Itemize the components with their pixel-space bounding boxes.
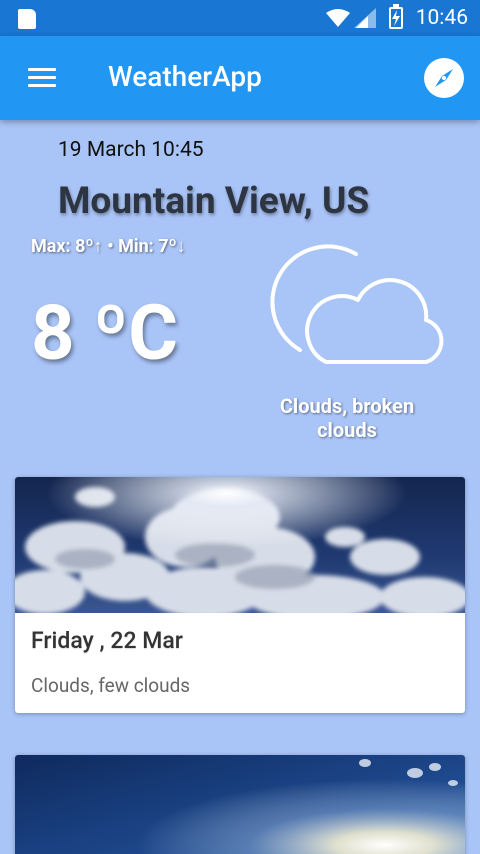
forecast-card[interactable]: [15, 755, 465, 854]
wifi-icon: [326, 9, 350, 27]
sd-card-icon: [18, 9, 36, 29]
city-name: Mountain View, US: [58, 180, 370, 223]
forecast-card[interactable]: Friday , 22 Mar Clouds, few clouds: [15, 477, 465, 713]
current-date: 19 March 10:45: [58, 138, 204, 162]
battery-icon: [389, 4, 403, 29]
app-bar: WeatherApp: [0, 36, 480, 120]
forecast-day: Friday , 22 Mar: [31, 627, 183, 654]
forecast-description: Clouds, few clouds: [31, 674, 191, 697]
compass-icon[interactable]: [424, 58, 464, 98]
app-title: WeatherApp: [108, 60, 262, 93]
weather-description: Clouds, broken clouds: [279, 394, 415, 442]
sunny-sky-image: [15, 755, 465, 854]
menu-icon[interactable]: [28, 68, 56, 88]
status-bar: 10:46: [0, 0, 480, 36]
current-temperature: 8 ºC: [31, 288, 178, 378]
broken-clouds-icon: [270, 244, 444, 364]
cloudy-sky-image: [15, 477, 465, 613]
max-min-temperature: Max: 8º↑ • Min: 7º↓: [31, 236, 186, 257]
status-time: 10:46: [415, 6, 468, 30]
signal-icon: [354, 8, 376, 28]
